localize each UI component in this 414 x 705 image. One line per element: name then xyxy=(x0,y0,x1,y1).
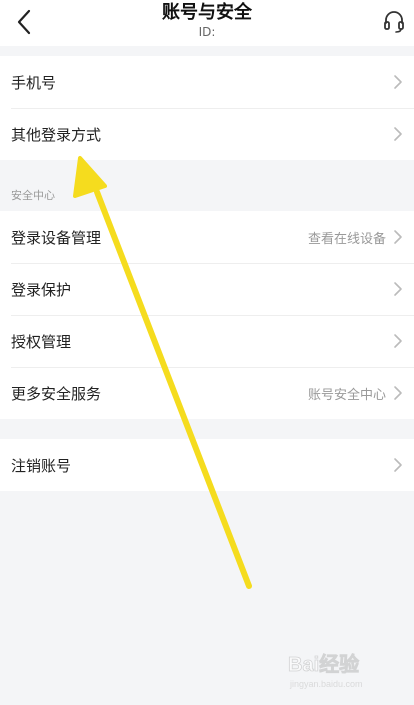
chevron-right-icon xyxy=(392,456,404,474)
more-security-services-row[interactable]: 更多安全服务 账号安全中心 xyxy=(0,367,414,419)
page-title: 账号与安全 xyxy=(162,2,252,23)
watermark-logo-text: Bai经验 xyxy=(288,652,359,676)
chevron-right-icon xyxy=(392,332,404,350)
phone-number-row[interactable]: 手机号 xyxy=(0,56,414,108)
login-device-management-row[interactable]: 登录设备管理 查看在线设备 xyxy=(0,211,414,263)
user-id-label: ID: xyxy=(198,25,216,39)
row-label: 其他登录方式 xyxy=(11,125,102,144)
authorization-management-row[interactable]: 授权管理 xyxy=(0,315,414,367)
customer-service-button[interactable] xyxy=(378,6,410,38)
baidu-jingyan-watermark: Bai经验 jingyan.baidu.com xyxy=(284,647,402,691)
chevron-right-icon xyxy=(392,280,404,298)
row-label: 授权管理 xyxy=(11,332,72,351)
back-button[interactable] xyxy=(6,4,42,40)
row-label: 登录设备管理 xyxy=(11,228,102,247)
row-label: 登录保护 xyxy=(11,280,72,299)
chevron-right-icon xyxy=(392,384,404,402)
title-block: 账号与安全 ID: xyxy=(82,2,332,40)
nav-header: 账号与安全 ID: xyxy=(0,0,414,46)
account-security-page: 账号与安全 ID: 手机号 其他登录方式 安全中心 登录设备管理 查看在线设备 … xyxy=(0,0,414,705)
security-group: 登录设备管理 查看在线设备 登录保护 授权管理 更多安全服务 账号安全中心 xyxy=(0,211,414,419)
account-group: 手机号 其他登录方式 xyxy=(0,56,414,160)
watermark-url: jingyan.baidu.com xyxy=(289,679,363,689)
chevron-left-icon xyxy=(17,9,31,35)
row-label: 手机号 xyxy=(11,73,57,92)
chevron-right-icon xyxy=(392,125,404,143)
security-center-section-title: 安全中心 xyxy=(11,189,55,202)
login-protection-row[interactable]: 登录保护 xyxy=(0,263,414,315)
headset-icon xyxy=(384,11,404,33)
delete-account-row[interactable]: 注销账号 xyxy=(0,439,414,491)
account-deletion-group: 注销账号 xyxy=(0,439,414,491)
chevron-right-icon xyxy=(392,228,404,246)
other-login-methods-row[interactable]: 其他登录方式 xyxy=(0,108,414,160)
chevron-right-icon xyxy=(392,73,404,91)
row-value: 查看在线设备 xyxy=(307,231,386,247)
row-label: 更多安全服务 xyxy=(11,384,102,403)
row-label: 注销账号 xyxy=(11,456,72,475)
row-value: 账号安全中心 xyxy=(307,387,386,403)
